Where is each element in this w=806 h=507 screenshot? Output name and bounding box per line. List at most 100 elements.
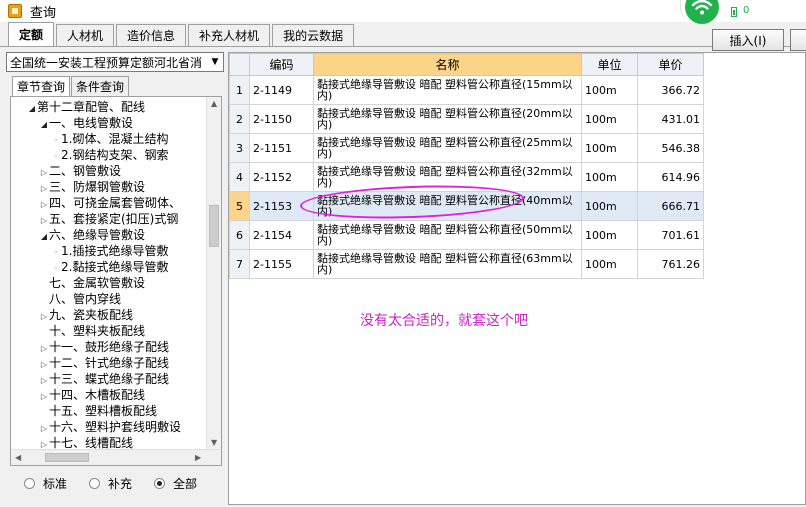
code-cell[interactable]: 2-1152 <box>249 162 314 192</box>
name-cell[interactable]: 黏接式绝缘导管敷设 暗配 塑料管公称直径(15mm以内) <box>313 75 582 105</box>
radio-all-indicator[interactable] <box>154 478 166 489</box>
tree-item[interactable]: · 1.插接式绝缘导管敷 <box>11 243 205 259</box>
header-unit[interactable]: 单位 <box>581 53 638 76</box>
tree-item[interactable]: ▷ 十六、塑料护套线明敷设 <box>11 419 205 435</box>
tree-item[interactable]: 十五、塑料槽板配线 <box>11 403 205 419</box>
tree-expanded-icon[interactable]: ◢ <box>39 117 49 131</box>
toolbar-extra-button[interactable] <box>790 29 806 51</box>
table-row[interactable]: 1 2-1149 黏接式绝缘导管敷设 暗配 塑料管公称直径(15mm以内) 100m 3… <box>229 75 704 105</box>
tab-cost-info[interactable]: 造价信息 <box>116 24 187 46</box>
tree-expanded-icon[interactable]: ◢ <box>27 101 37 115</box>
tree-item[interactable]: ▷ 十一、鼓形绝缘子配线 <box>11 339 205 355</box>
insert-button[interactable]: 插入(I) <box>712 29 784 51</box>
price-cell[interactable]: 431.01 <box>637 104 704 134</box>
radio-supplement-indicator[interactable] <box>89 478 101 489</box>
name-cell[interactable]: 黏接式绝缘导管敷设 暗配 塑料管公称直径(32mm以内) <box>313 162 582 192</box>
tree-collapsed-icon[interactable]: ▷ <box>39 197 49 211</box>
tree-collapsed-icon[interactable]: ▷ <box>39 181 49 195</box>
table-row[interactable]: 2 2-1150 黏接式绝缘导管敷设 暗配 塑料管公称直径(20mm以内) 100m 4… <box>229 104 704 134</box>
tree-collapsed-icon[interactable]: ▷ <box>39 389 49 403</box>
table-row[interactable]: 6 2-1154 黏接式绝缘导管敷设 暗配 塑料管公称直径(50mm以内) 100m 7… <box>229 220 704 250</box>
tab-chapter-query[interactable]: 章节查询 <box>12 76 71 96</box>
tree-collapsed-icon[interactable]: ▷ <box>39 213 49 227</box>
header-code[interactable]: 编码 <box>249 53 314 76</box>
code-cell[interactable]: 2-1150 <box>249 104 314 134</box>
radio-supplement[interactable]: 补充 <box>89 475 132 492</box>
row-number-cell[interactable]: 4 <box>229 162 250 192</box>
table-row[interactable]: 4 2-1152 黏接式绝缘导管敷设 暗配 塑料管公称直径(32mm以内) 100m 6… <box>229 162 704 192</box>
price-cell[interactable]: 546.38 <box>637 133 704 163</box>
unit-cell[interactable]: 100m <box>581 162 638 192</box>
code-cell[interactable]: 2-1149 <box>249 75 314 105</box>
row-number-cell[interactable]: 7 <box>229 249 250 279</box>
unit-cell[interactable]: 100m <box>581 191 638 221</box>
tree-item[interactable]: · 2.钢结构支架、钢索 <box>11 147 205 163</box>
tree-collapsed-icon[interactable]: ▷ <box>39 373 49 387</box>
table-row[interactable]: 5 2-1153 黏接式绝缘导管敷设 暗配 塑料管公称直径(40mm以内) 100m 6… <box>229 191 704 221</box>
unit-cell[interactable]: 100m <box>581 220 638 250</box>
scroll-up-icon[interactable]: ▲ <box>211 99 217 108</box>
scroll-down-icon[interactable]: ▼ <box>211 438 217 447</box>
code-cell[interactable]: 2-1153 <box>249 191 314 221</box>
quota-library-select[interactable]: 全国统一安装工程预算定额河北省消 ▼ <box>6 52 224 72</box>
name-cell[interactable]: 黏接式绝缘导管敷设 暗配 塑料管公称直径(25mm以内) <box>313 133 582 163</box>
tree-item[interactable]: ◢ 六、绝缘导管敷设 <box>11 227 205 243</box>
tree-item[interactable]: · 2.黏接式绝缘导管敷 <box>11 259 205 275</box>
price-cell[interactable]: 614.96 <box>637 162 704 192</box>
tree-expanded-icon[interactable]: ◢ <box>39 229 49 243</box>
scroll-left-icon[interactable]: ◀ <box>15 453 21 462</box>
row-number-cell[interactable]: 2 <box>229 104 250 134</box>
tree-item[interactable]: ▷ 四、可挠金属套管砌体、 <box>11 195 205 211</box>
unit-cell[interactable]: 100m <box>581 75 638 105</box>
tree-item[interactable]: ◢ 一、电线管敷设 <box>11 115 205 131</box>
chevron-down-icon[interactable]: ▼ <box>207 53 223 71</box>
tree-item[interactable]: ▷ 十四、木槽板配线 <box>11 387 205 403</box>
tree-item[interactable]: ◢ 第十二章配管、配线 <box>11 99 205 115</box>
tree-item[interactable]: 七、金属软管敷设 <box>11 275 205 291</box>
row-number-cell[interactable]: 6 <box>229 220 250 250</box>
tab-condition-query[interactable]: 条件查询 <box>71 76 130 96</box>
price-cell[interactable]: 666.71 <box>637 191 704 221</box>
name-cell[interactable]: 黏接式绝缘导管敷设 暗配 塑料管公称直径(20mm以内) <box>313 104 582 134</box>
radio-standard[interactable]: 标准 <box>24 475 67 492</box>
price-cell[interactable]: 761.26 <box>637 249 704 279</box>
tree-item[interactable]: ▷ 五、套接紧定(扣压)式钢 <box>11 211 205 227</box>
tree-vertical-scrollbar[interactable]: ▲ ▼ <box>206 97 221 449</box>
tab-cloud-data[interactable]: 我的云数据 <box>272 24 355 46</box>
unit-cell[interactable]: 100m <box>581 133 638 163</box>
row-number-cell[interactable]: 3 <box>229 133 250 163</box>
tree-collapsed-icon[interactable]: ▷ <box>39 357 49 371</box>
tree-item[interactable]: · 1.砌体、混凝土结构 <box>11 131 205 147</box>
network-status-widget[interactable]: 0 <box>680 0 806 24</box>
scroll-right-icon[interactable]: ▶ <box>195 453 201 462</box>
tree-item[interactable]: ▷ 二、钢管敷设 <box>11 163 205 179</box>
tab-supplement-material[interactable]: 补充人材机 <box>188 24 271 46</box>
row-number-cell[interactable]: 5 <box>229 191 250 221</box>
tree-item[interactable]: ▷ 三、防爆钢管敷设 <box>11 179 205 195</box>
unit-cell[interactable]: 100m <box>581 249 638 279</box>
chapter-tree[interactable]: ◢ 第十二章配管、配线 ◢ 一、电线管敷设 · 1.砌体、混凝土结构 · 2.钢结构支架、钢索… <box>10 96 222 466</box>
code-cell[interactable]: 2-1151 <box>249 133 314 163</box>
code-cell[interactable]: 2-1154 <box>249 220 314 250</box>
row-number-cell[interactable]: 1 <box>229 75 250 105</box>
tree-collapsed-icon[interactable]: ▷ <box>39 165 49 179</box>
header-price[interactable]: 单价 <box>637 53 704 76</box>
price-cell[interactable]: 366.72 <box>637 75 704 105</box>
price-cell[interactable]: 701.61 <box>637 220 704 250</box>
tree-vertical-scroll-thumb[interactable] <box>209 205 219 247</box>
header-name[interactable]: 名称 <box>313 53 582 76</box>
name-cell[interactable]: 黏接式绝缘导管敷设 暗配 塑料管公称直径(50mm以内) <box>313 220 582 250</box>
name-cell[interactable]: 黏接式绝缘导管敷设 暗配 塑料管公称直径(63mm以内) <box>313 249 582 279</box>
tree-item[interactable]: ▷ 九、瓷夹板配线 <box>11 307 205 323</box>
radio-all[interactable]: 全部 <box>154 475 197 492</box>
tab-labor-material[interactable]: 人材机 <box>56 24 115 46</box>
name-cell[interactable]: 黏接式绝缘导管敷设 暗配 塑料管公称直径(40mm以内) <box>313 191 582 221</box>
tree-item[interactable]: 十、塑料夹板配线 <box>11 323 205 339</box>
tree-collapsed-icon[interactable]: ▷ <box>39 421 49 435</box>
tree-horizontal-scrollbar[interactable]: ◀ ▶ <box>11 449 221 465</box>
tree-horizontal-scroll-thumb[interactable] <box>45 453 89 462</box>
tab-quota[interactable]: 定额 <box>8 22 55 46</box>
wifi-icon[interactable] <box>685 0 719 24</box>
radio-standard-indicator[interactable] <box>24 478 35 489</box>
table-row[interactable]: 7 2-1155 黏接式绝缘导管敷设 暗配 塑料管公称直径(63mm以内) 100m 7… <box>229 249 704 279</box>
